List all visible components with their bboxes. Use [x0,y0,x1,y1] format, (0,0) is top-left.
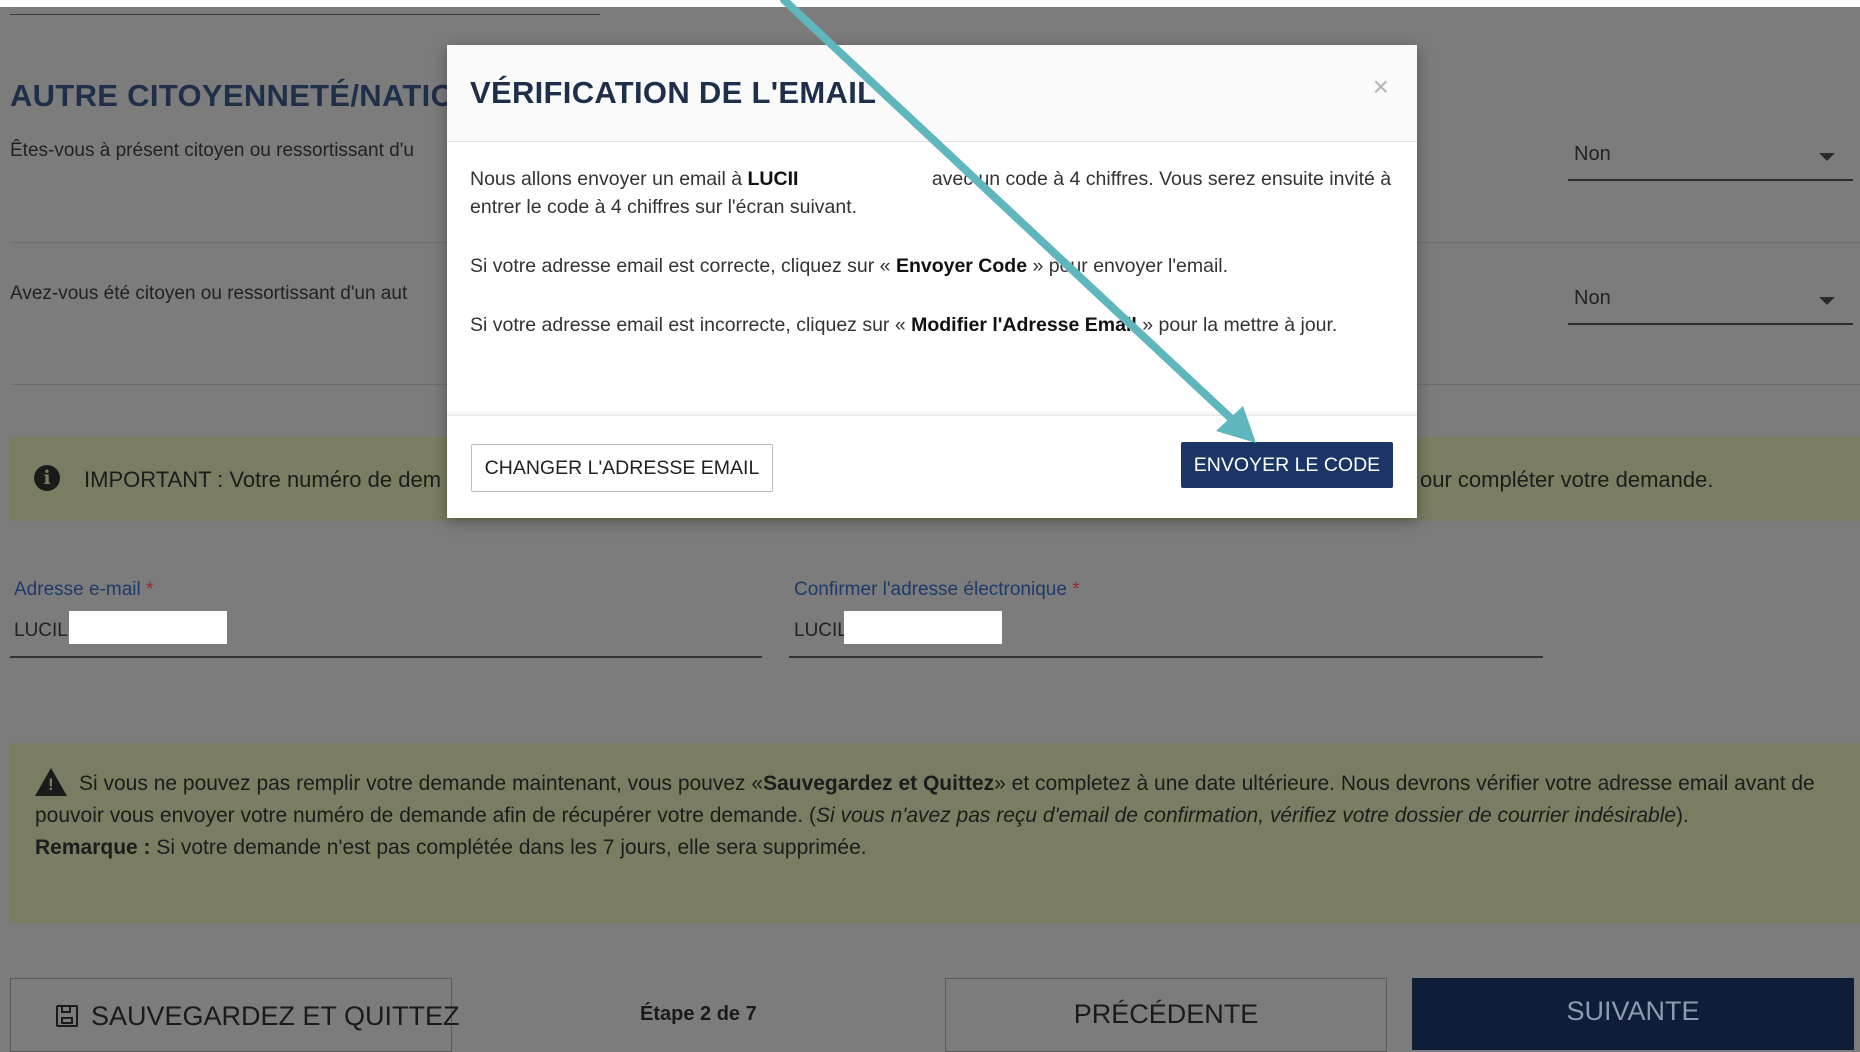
previous-button[interactable]: PRÉCÉDENTE [945,978,1387,1052]
chevron-down-icon [1819,153,1835,161]
send-code-button[interactable]: ENVOYER LE CODE [1181,442,1393,488]
redaction-box [844,611,1002,644]
current-citizen-value: Non [1574,143,1611,165]
close-icon[interactable]: × [1373,71,1389,103]
warning-text: Si vous ne pouvez pas remplir votre dema… [35,772,1815,859]
section-title: AUTRE CITOYENNETÉ/NATION [10,78,478,113]
modal-header: VÉRIFICATION DE L'EMAIL × [447,45,1417,142]
question-former-citizen: Avez-vous été citoyen ou ressortissant d… [10,283,408,304]
email-label: Adresse e-mail * [14,579,154,600]
email-field[interactable]: LUCIL [14,620,68,642]
email-verification-modal: VÉRIFICATION DE L'EMAIL × Nous allons en… [447,45,1417,518]
former-citizen-value: Non [1574,287,1611,309]
important-text-right: our compléter votre demande. [1420,467,1714,492]
confirm-email-field[interactable]: LUCIL [794,620,848,642]
modal-title: VÉRIFICATION DE L'EMAIL [470,75,877,110]
save-and-quit-button[interactable]: SAUVEGARDEZ ET QUITTEZ [10,978,460,1052]
current-citizen-select[interactable]: Non [1568,135,1853,181]
confirm-email-label: Confirmer l'adresse électronique * [794,579,1080,600]
change-email-button[interactable]: CHANGER L'ADRESSE EMAIL [471,444,773,492]
modal-body: Nous allons envoyer un email à LUCII ave… [470,165,1395,370]
question-current-citizen: Êtes-vous à présent citoyen ou ressortis… [10,140,414,161]
modal-paragraph-correct: Si votre adresse email est correcte, cli… [470,255,1229,277]
former-citizen-select[interactable]: Non [1568,279,1853,325]
chevron-down-icon [1819,297,1835,305]
save-icon [56,1005,78,1027]
info-icon: i [34,465,60,491]
top-divider [10,14,600,15]
step-indicator: Étape 2 de 7 [640,1003,757,1025]
email-field-underline [10,656,762,658]
modal-paragraph-send: Nous allons envoyer un email à LUCII ave… [470,168,1392,218]
modal-paragraph-incorrect: Si votre adresse email est incorrecte, c… [470,314,1338,336]
modal-footer: CHANGER L'ADRESSE EMAIL ENVOYER LE CODE [447,415,1417,518]
top-strip [0,0,1860,7]
redaction-box [69,611,227,644]
next-button[interactable]: SUIVANTE [1412,978,1854,1050]
important-text-left: IMPORTANT : Votre numéro de dem [84,467,442,492]
confirm-email-underline [789,656,1543,658]
